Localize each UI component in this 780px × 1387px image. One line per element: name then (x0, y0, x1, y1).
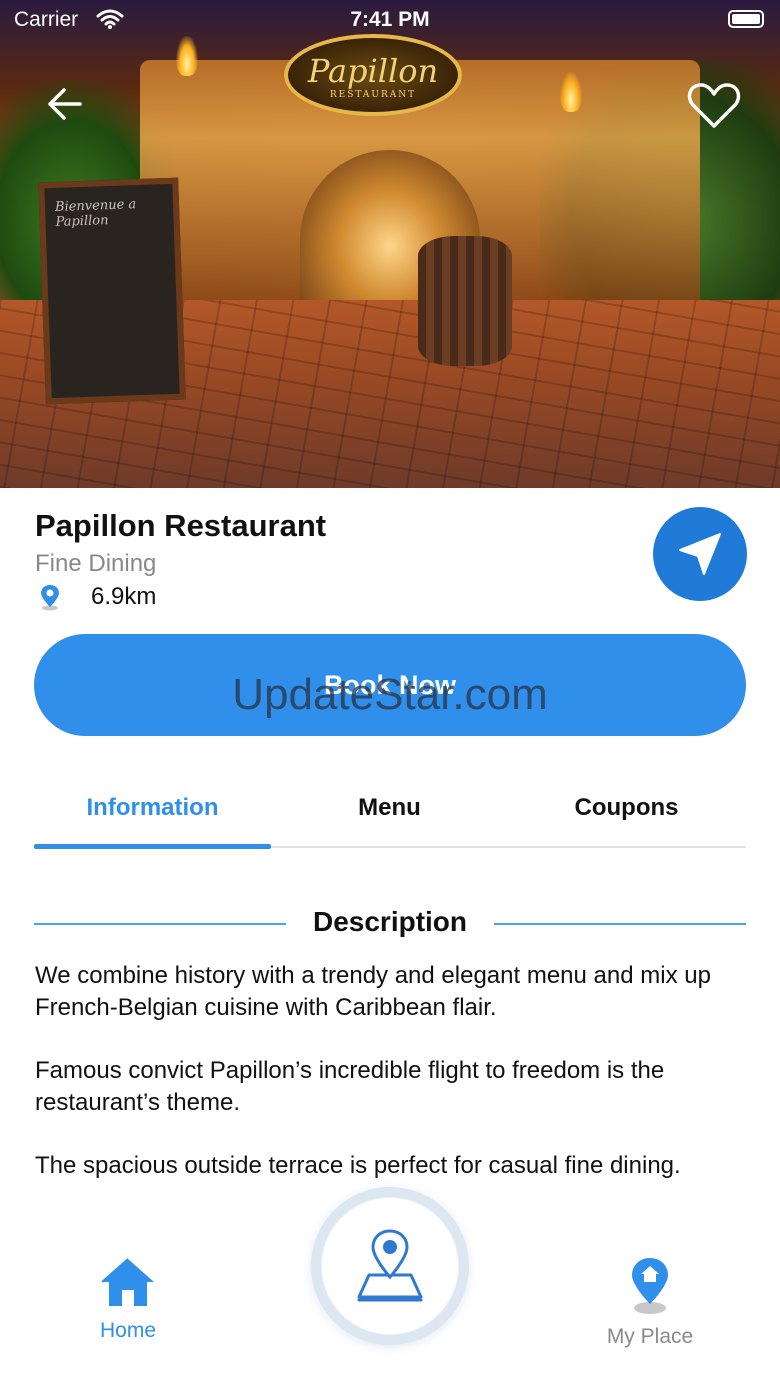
clock: 7:41 PM (350, 8, 430, 31)
map-pin-icon (357, 1229, 423, 1302)
navigation-arrow-icon (679, 533, 721, 575)
map-button[interactable] (311, 1187, 469, 1345)
my-place-icon (632, 1258, 668, 1314)
tab-menu[interactable]: Menu (271, 770, 508, 846)
back-arrow-icon (48, 88, 82, 120)
description-paragraph: Famous convict Papillon’s incredible fli… (35, 1057, 665, 1116)
battery-icon (728, 10, 764, 28)
nav-home-label: Home (99, 1319, 157, 1342)
torch-flame (560, 72, 582, 112)
distance-value: 6.9km (91, 583, 157, 610)
nav-my-place-label: My Place (606, 1325, 694, 1348)
heart-icon (687, 83, 741, 128)
description-heading: Description (312, 906, 468, 937)
restaurant-name: Papillon Restaurant (35, 508, 327, 543)
restaurant-sign: Papillon RESTAURANT (284, 34, 462, 116)
map-button-inner (322, 1198, 458, 1334)
description-body: We combine history with a trendy and ele… (35, 960, 747, 1213)
home-icon (101, 1258, 154, 1306)
tab-information[interactable]: Information (34, 770, 271, 846)
barrel (418, 236, 512, 366)
chalkboard-text: Bienvenue a Papillon (54, 197, 137, 230)
restaurant-category: Fine Dining (35, 550, 157, 577)
location-pin-icon (37, 583, 63, 616)
torch-flame (176, 36, 198, 76)
nav-my-place[interactable]: My Place (595, 1256, 705, 1349)
favorite-button[interactable] (686, 80, 742, 130)
tab-coupons[interactable]: Coupons (508, 770, 745, 846)
book-now-button[interactable]: Book Now (34, 634, 746, 736)
description-paragraph: We combine history with a trendy and ele… (35, 962, 711, 1021)
sign-title: Papillon (307, 52, 439, 90)
navigate-button[interactable] (653, 507, 747, 601)
status-bar: Carrier 7:41 PM (0, 0, 780, 40)
chalkboard: Bienvenue a Papillon (38, 177, 186, 405)
active-tab-indicator (34, 844, 271, 849)
hero-image: Papillon RESTAURANT Bienvenue a Papillon (0, 0, 780, 488)
description-paragraph: The spacious outside terrace is perfect … (35, 1152, 681, 1179)
tab-bar: Information Menu Coupons (34, 770, 746, 850)
nav-home[interactable]: Home (78, 1256, 178, 1343)
sign-subtitle: RESTAURANT (329, 90, 417, 100)
back-button[interactable] (44, 82, 88, 126)
